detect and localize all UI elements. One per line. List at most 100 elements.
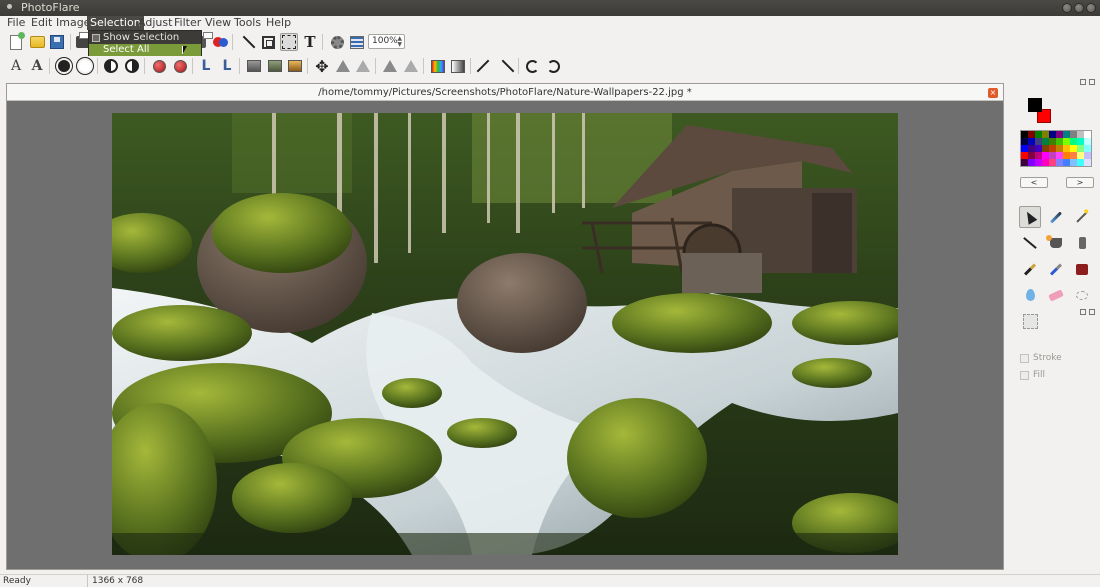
palette-swatch[interactable] <box>1021 131 1028 138</box>
new-file-button[interactable] <box>7 31 25 51</box>
palette-swatch[interactable] <box>1077 145 1084 152</box>
palette-swatch[interactable] <box>1028 138 1035 145</box>
close-panel-icon[interactable] <box>1089 79 1095 85</box>
palette-swatch[interactable] <box>1021 159 1028 166</box>
palette-swatch[interactable] <box>1042 131 1049 138</box>
rectangle-select-tool[interactable] <box>1019 310 1041 332</box>
triangle-3-button[interactable] <box>381 57 399 75</box>
palette-swatch[interactable] <box>1063 145 1070 152</box>
triangle-4-button[interactable] <box>402 57 420 75</box>
palette-swatch[interactable] <box>1028 145 1035 152</box>
palette-swatch[interactable] <box>1077 131 1084 138</box>
palette-swatch[interactable] <box>1070 152 1077 159</box>
clone-stamp-tool[interactable] <box>1071 258 1093 280</box>
palette-swatch[interactable] <box>1063 159 1070 166</box>
palette-swatch[interactable] <box>1028 152 1035 159</box>
palette-swatch[interactable] <box>1070 145 1077 152</box>
palette-prev-button[interactable]: < <box>1020 177 1048 188</box>
save-file-button[interactable] <box>48 33 66 51</box>
sepia-button[interactable] <box>286 57 304 75</box>
menu-edit[interactable]: Edit <box>28 16 55 30</box>
palette-swatch[interactable] <box>1021 138 1028 145</box>
selection-tool-button[interactable] <box>280 33 298 51</box>
color-image-button[interactable] <box>266 57 284 75</box>
palette-swatch[interactable] <box>1042 138 1049 145</box>
palette-swatch[interactable] <box>1049 131 1056 138</box>
palette-swatch[interactable] <box>1049 138 1056 145</box>
smudge-tool[interactable] <box>1045 258 1067 280</box>
magic-wand-tool[interactable] <box>1071 206 1093 228</box>
palette-swatch[interactable] <box>1077 159 1084 166</box>
palette-swatch[interactable] <box>1084 138 1091 145</box>
saturation-up-button[interactable] <box>150 57 168 75</box>
palette-swatch[interactable] <box>1056 138 1063 145</box>
palette-swatch[interactable] <box>1042 159 1049 166</box>
spray-tool[interactable] <box>1071 232 1093 254</box>
palette-swatch[interactable] <box>1042 152 1049 159</box>
palette-swatch[interactable] <box>1056 131 1063 138</box>
palette-swatch[interactable] <box>1049 152 1056 159</box>
flip-horizontal-button[interactable] <box>476 57 494 75</box>
float-panel-icon[interactable] <box>1080 79 1086 85</box>
paint-bucket-tool[interactable] <box>1045 232 1067 254</box>
palette-swatch[interactable] <box>1028 131 1035 138</box>
fill-checkbox[interactable] <box>1020 370 1029 380</box>
color-balls-button[interactable] <box>212 33 230 51</box>
menu-tools[interactable]: Tools <box>231 16 264 30</box>
menu-file[interactable]: File <box>4 16 28 30</box>
close-panel-icon[interactable] <box>1089 309 1095 315</box>
properties-button[interactable] <box>348 33 366 51</box>
palette-swatch[interactable] <box>1049 145 1056 152</box>
menu-view[interactable]: View <box>202 16 234 30</box>
crop-button[interactable] <box>259 33 277 51</box>
menu-filter[interactable]: Filter <box>171 16 204 30</box>
triangle-button[interactable] <box>334 57 352 75</box>
palette-swatch[interactable] <box>1035 145 1042 152</box>
contrast-up-button[interactable] <box>102 57 120 75</box>
palette-next-button[interactable]: > <box>1066 177 1094 188</box>
grayscale-button[interactable] <box>245 57 263 75</box>
image-canvas[interactable] <box>112 113 898 555</box>
palette-swatch[interactable] <box>1063 131 1070 138</box>
open-file-button[interactable] <box>28 33 46 51</box>
palette-swatch[interactable] <box>1056 152 1063 159</box>
contrast-down-button[interactable] <box>123 57 141 75</box>
close-document-icon[interactable]: × <box>988 88 998 98</box>
palette-swatch[interactable] <box>1049 159 1056 166</box>
brightness-up-button[interactable] <box>55 57 73 75</box>
saturation-down-button[interactable] <box>171 57 189 75</box>
palette-swatch[interactable] <box>1035 152 1042 159</box>
palette-swatch[interactable] <box>1021 152 1028 159</box>
settings-button[interactable] <box>328 33 346 51</box>
color-gradient-button[interactable] <box>429 57 447 75</box>
color-picker-tool[interactable] <box>1045 206 1067 228</box>
rotate-left-button[interactable] <box>523 57 541 75</box>
palette-swatch[interactable] <box>1084 159 1091 166</box>
palette-swatch[interactable] <box>1056 159 1063 166</box>
flip-vertical-button[interactable] <box>497 57 515 75</box>
minimize-button[interactable] <box>1062 3 1072 13</box>
pointer-tool[interactable] <box>1019 206 1041 228</box>
maximize-button[interactable] <box>1074 3 1084 13</box>
close-button[interactable] <box>1086 3 1096 13</box>
foreground-color-swatch[interactable] <box>1028 98 1042 112</box>
menu-adjust[interactable]: Adjust <box>135 16 175 30</box>
stroke-option[interactable]: Stroke <box>1020 352 1062 364</box>
palette-swatch[interactable] <box>1063 152 1070 159</box>
eraser-tool[interactable] <box>1045 284 1067 306</box>
blur-tool[interactable] <box>1019 284 1041 306</box>
palette-swatch[interactable] <box>1035 131 1042 138</box>
move-button[interactable]: ✥ <box>313 57 331 76</box>
palette-swatch[interactable] <box>1056 145 1063 152</box>
brightness-down-button[interactable] <box>76 57 94 75</box>
palette-swatch[interactable] <box>1084 131 1091 138</box>
float-panel-icon[interactable] <box>1080 309 1086 315</box>
levels-button[interactable]: L <box>197 57 215 75</box>
line-tool[interactable] <box>1019 232 1041 254</box>
palette-swatch[interactable] <box>1035 138 1042 145</box>
levels-auto-button[interactable]: L <box>218 57 236 75</box>
palette-swatch[interactable] <box>1070 138 1077 145</box>
palette-swatch[interactable] <box>1063 138 1070 145</box>
palette-swatch[interactable] <box>1077 152 1084 159</box>
rotate-right-button[interactable] <box>544 57 562 75</box>
